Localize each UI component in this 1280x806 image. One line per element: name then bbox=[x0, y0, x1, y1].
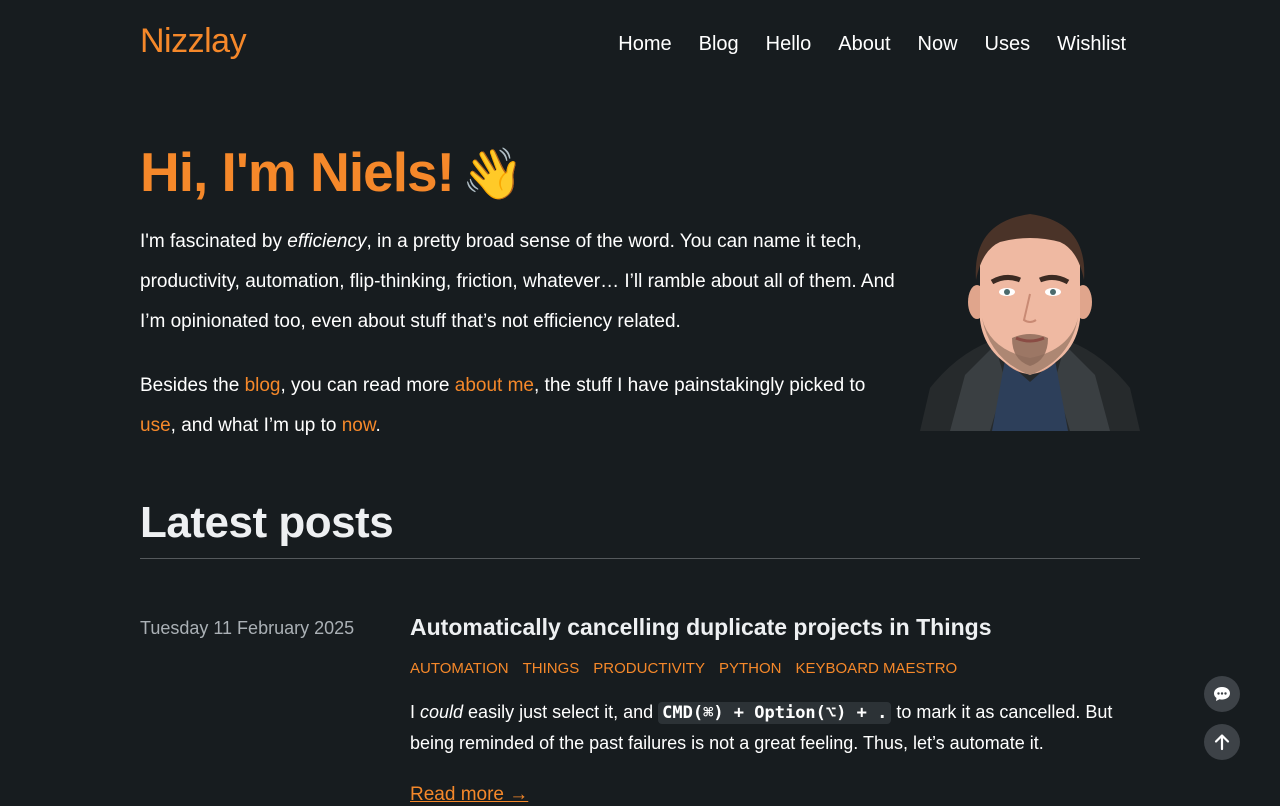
tag-python[interactable]: PYTHON bbox=[719, 660, 782, 677]
tag-automation[interactable]: AUTOMATION bbox=[410, 660, 509, 677]
latest-posts-heading: Latest posts bbox=[140, 498, 394, 547]
post-date: Tuesday 11 February 2025 bbox=[140, 618, 355, 638]
post-title[interactable]: Automatically cancelling duplicate proje… bbox=[410, 614, 992, 641]
nav-hello[interactable]: Hello bbox=[766, 33, 812, 56]
excerpt-text-a: I bbox=[410, 702, 421, 722]
link-about-me[interactable]: about me bbox=[455, 375, 534, 396]
links-text-d: , and what I’m up to bbox=[170, 415, 342, 436]
links-text-e: . bbox=[375, 415, 381, 436]
nav-uses[interactable]: Uses bbox=[985, 33, 1031, 56]
hero-title-text: Hi, I'm Niels! bbox=[140, 141, 455, 203]
waving-hand-icon: 👋 bbox=[461, 146, 524, 202]
avatar-illustration bbox=[920, 214, 1140, 431]
scroll-to-top-button[interactable] bbox=[1204, 724, 1240, 760]
avatar bbox=[920, 210, 1140, 431]
intro-emphasis: efficiency bbox=[287, 231, 367, 252]
tag-things[interactable]: THINGS bbox=[523, 660, 580, 677]
nav-now[interactable]: Now bbox=[918, 33, 958, 56]
links-text-a: Besides the bbox=[140, 375, 245, 396]
post-excerpt: I could easily just select it, and CMD(⌘… bbox=[410, 697, 1140, 758]
nav-about[interactable]: About bbox=[838, 33, 890, 56]
links-text-c: , the stuff I have painstakingly picked … bbox=[534, 375, 866, 396]
section-divider bbox=[140, 558, 1140, 559]
nav-blog[interactable]: Blog bbox=[699, 33, 739, 56]
nav-wishlist[interactable]: Wishlist bbox=[1057, 33, 1126, 56]
hero-title: Hi, I'm Niels! 👋 bbox=[140, 140, 524, 204]
link-blog[interactable]: blog bbox=[245, 375, 281, 396]
tag-productivity[interactable]: PRODUCTIVITY bbox=[593, 660, 705, 677]
intro-text-a: I'm fascinated by bbox=[140, 231, 288, 252]
chat-bubble-icon bbox=[1214, 687, 1230, 701]
chat-button[interactable] bbox=[1204, 676, 1240, 712]
link-use[interactable]: use bbox=[140, 415, 171, 436]
arrow-up-icon bbox=[1214, 734, 1230, 751]
link-now[interactable]: now bbox=[342, 415, 376, 436]
site-title[interactable]: Nizzlay bbox=[140, 22, 247, 61]
links-text-b: , you can read more bbox=[280, 375, 455, 396]
excerpt-text-b: easily just select it, and bbox=[463, 702, 659, 722]
intro-paragraph: I'm fascinated by efficiency, in a prett… bbox=[140, 222, 900, 342]
links-paragraph: Besides the blog, you can read more abou… bbox=[140, 366, 900, 446]
tag-keyboard-maestro[interactable]: KEYBOARD MAESTRO bbox=[796, 660, 958, 677]
keyboard-shortcut-code: CMD(⌘) + Option(⌥) + . bbox=[658, 702, 892, 724]
main-nav: Home Blog Hello About Now Uses Wishlist bbox=[618, 33, 1126, 56]
excerpt-emphasis: could bbox=[420, 702, 464, 722]
nav-home[interactable]: Home bbox=[618, 33, 671, 56]
post-tags: AUTOMATION THINGS PRODUCTIVITY PYTHON KE… bbox=[410, 660, 957, 677]
read-more-link[interactable]: Read more → bbox=[410, 784, 528, 806]
